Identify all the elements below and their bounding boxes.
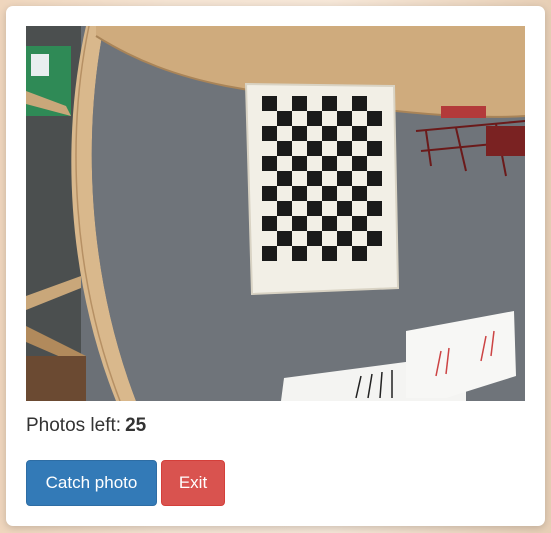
camera-preview — [26, 26, 525, 401]
photos-left-label: Photos left: — [26, 415, 122, 436]
capture-card: Photos left: 25 Catch photo Exit — [6, 6, 545, 526]
exit-button[interactable]: Exit — [161, 460, 225, 506]
photos-left-count: 25 — [125, 415, 147, 436]
catch-photo-button[interactable]: Catch photo — [26, 460, 157, 506]
photos-left-status: Photos left: 25 — [26, 414, 146, 438]
camera-frame-image — [26, 26, 525, 401]
